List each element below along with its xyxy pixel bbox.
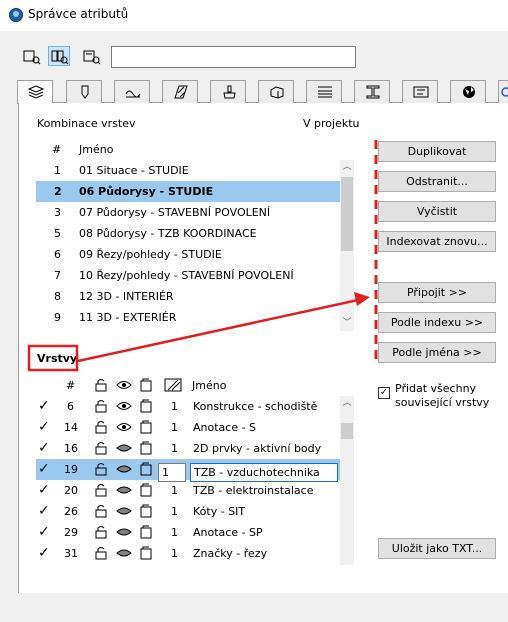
annotation-arrow-head: [354, 292, 370, 306]
footer-area: [0, 593, 508, 622]
annotation-overlay: [27, 140, 378, 372]
vrstvy-highlight-box: [27, 344, 79, 372]
annotation-arrow-line: [77, 298, 359, 363]
